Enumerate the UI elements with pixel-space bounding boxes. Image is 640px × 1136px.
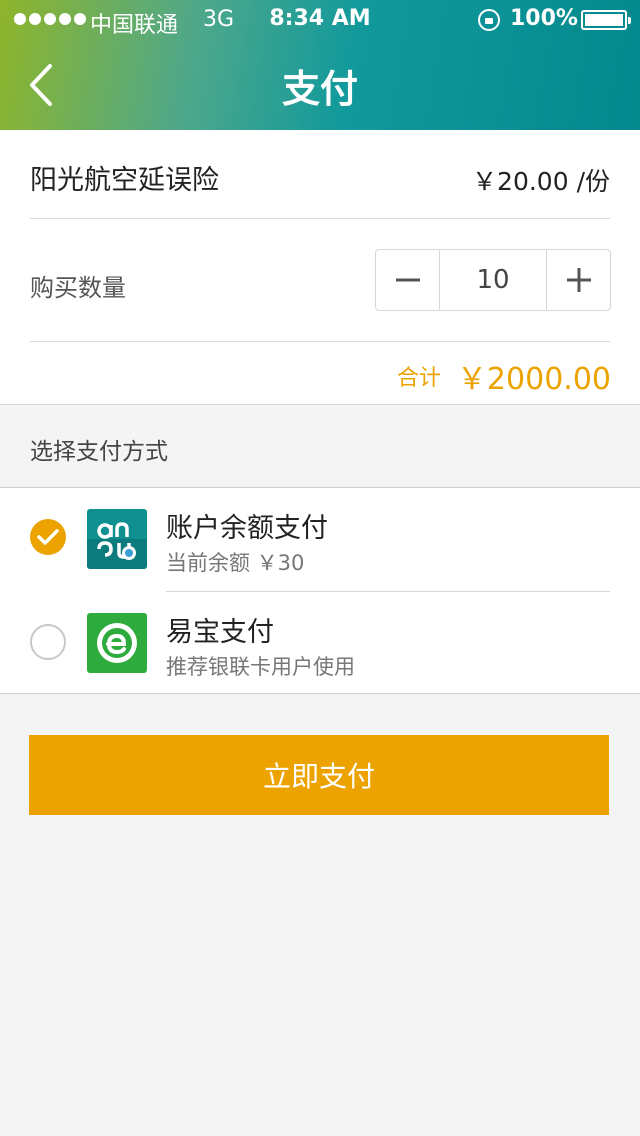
divider: [30, 218, 610, 219]
radio-unchecked[interactable]: [30, 624, 66, 660]
navigation-header: 中国联通 3G 8:34 AM 100% 支付: [0, 0, 640, 130]
quantity-stepper: 10: [375, 249, 611, 311]
checkmark-icon: [37, 529, 59, 545]
page-title: 支付: [281, 67, 358, 111]
total-label: 合计: [397, 366, 442, 391]
divider: [30, 341, 610, 342]
quantity-label: 购买数量: [30, 274, 126, 302]
product-card: 阳光航空延误险 ￥20.00 /份 购买数量 10 合计 ￥2000.00: [0, 130, 640, 405]
minus-icon: [395, 278, 420, 282]
increase-quantity-button[interactable]: [546, 250, 610, 310]
battery-icon: [581, 10, 631, 30]
status-bar: 中国联通 3G 8:34 AM 100%: [0, 0, 640, 40]
yeepay-logo-icon: [87, 613, 147, 673]
pay-now-button[interactable]: 立即支付: [29, 735, 609, 815]
decrease-quantity-button[interactable]: [376, 250, 440, 310]
quantity-value[interactable]: 10: [440, 250, 546, 310]
radio-checked[interactable]: [30, 519, 66, 555]
payment-section-title: 选择支付方式: [30, 439, 168, 465]
plus-icon: [566, 268, 591, 292]
payment-option-name: 账户余额支付: [166, 513, 328, 544]
payment-option-account-balance[interactable]: 账户余额支付 当前余额 ￥30: [0, 488, 640, 592]
payment-option-subtitle: 推荐银联卡用户使用: [166, 655, 355, 679]
battery-percentage: 100%: [510, 6, 578, 31]
product-name: 阳光航空延误险: [30, 165, 219, 196]
account-balance-logo-icon: [87, 509, 147, 569]
payment-method-list: 账户余额支付 当前余额 ￥30 易宝支付 推荐银联卡用户使用: [0, 487, 640, 694]
payment-option-yeepay[interactable]: 易宝支付 推荐银联卡用户使用: [0, 592, 640, 695]
payment-option-name: 易宝支付: [166, 617, 274, 648]
total-amount: ￥2000.00: [456, 362, 611, 397]
rotation-lock-icon: [478, 9, 500, 31]
unit-price: ￥20.00 /份: [472, 167, 610, 196]
payment-option-subtitle: 当前余额 ￥30: [166, 551, 305, 575]
